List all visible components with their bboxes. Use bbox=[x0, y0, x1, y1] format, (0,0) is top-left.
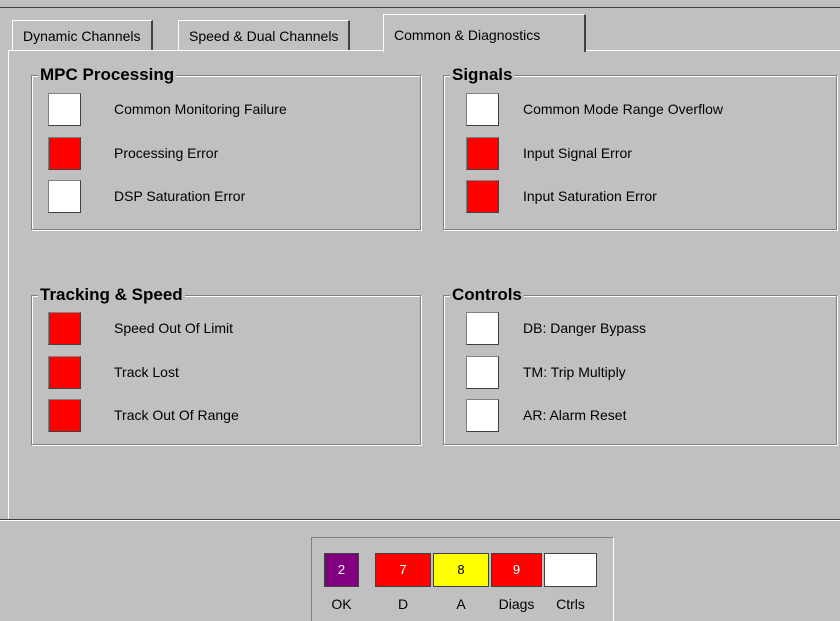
indicator-label: Speed Out Of Limit bbox=[114, 320, 234, 336]
window-top-border bbox=[0, 7, 840, 8]
summary-label-a: A bbox=[456, 596, 466, 612]
status-box bbox=[48, 312, 81, 345]
tab-common-diagnostics[interactable]: Common & Diagnostics bbox=[383, 14, 586, 52]
status-divider-highlight bbox=[0, 520, 840, 521]
indicator-label: Track Lost bbox=[114, 364, 179, 380]
summary-label-diags: Diags bbox=[498, 596, 535, 612]
group-title: Signals bbox=[450, 65, 515, 85]
status-box bbox=[466, 137, 499, 170]
indicator-label: Common Mode Range Overflow bbox=[523, 101, 723, 117]
summary-alert-count: 8 bbox=[433, 553, 489, 587]
summary-danger-count: 7 bbox=[375, 553, 431, 587]
indicator-label: Common Monitoring Failure bbox=[114, 101, 287, 117]
tab-label: Dynamic Channels bbox=[23, 28, 141, 44]
indicator-label: DSP Saturation Error bbox=[114, 188, 246, 204]
status-box bbox=[48, 356, 81, 389]
summary-diags-count: 9 bbox=[491, 553, 542, 587]
group-mpc-processing: MPC Processing Common Monitoring Failure… bbox=[31, 65, 421, 230]
status-box bbox=[466, 399, 499, 432]
summary-count-value: 2 bbox=[337, 562, 346, 577]
status-box bbox=[466, 93, 499, 126]
status-box bbox=[48, 137, 81, 170]
indicator-label: Input Signal Error bbox=[523, 145, 632, 161]
indicator-label: TM: Trip Multiply bbox=[523, 364, 626, 380]
status-box bbox=[466, 180, 499, 213]
summary-count-value: 7 bbox=[399, 562, 407, 577]
indicator-label: Input Saturation Error bbox=[523, 188, 657, 204]
summary-count-value: 9 bbox=[512, 562, 521, 577]
tab-label: Speed & Dual Channels bbox=[189, 28, 339, 44]
status-box bbox=[48, 93, 81, 126]
tab-label: Common & Diagnostics bbox=[394, 27, 541, 43]
indicator-label: Track Out Of Range bbox=[114, 407, 239, 423]
status-summary: 2 7 8 9 OK D A Diags Ctrls bbox=[311, 537, 614, 621]
group-controls: Controls DB: Danger Bypass TM: Trip Mult… bbox=[443, 285, 837, 445]
summary-label-ok: OK bbox=[331, 596, 352, 612]
group-title: MPC Processing bbox=[38, 65, 177, 85]
summary-label-d: D bbox=[397, 596, 409, 612]
status-box bbox=[466, 312, 499, 345]
indicator-label: Processing Error bbox=[114, 145, 219, 161]
summary-label-ctrls: Ctrls bbox=[556, 596, 585, 612]
summary-count-value: 8 bbox=[457, 562, 465, 577]
group-tracking-speed: Tracking & Speed Speed Out Of Limit Trac… bbox=[31, 285, 421, 445]
tab-dynamic-channels[interactable]: Dynamic Channels bbox=[12, 20, 153, 51]
status-box bbox=[466, 356, 499, 389]
tab-panel-common-diagnostics: MPC Processing Common Monitoring Failure… bbox=[8, 50, 840, 520]
summary-ctrls-count bbox=[544, 553, 597, 587]
group-title: Controls bbox=[450, 285, 524, 305]
indicator-label: DB: Danger Bypass bbox=[523, 320, 646, 336]
summary-ok-count: 2 bbox=[324, 553, 359, 587]
group-title: Tracking & Speed bbox=[38, 285, 185, 305]
diagnostics-window: Dynamic Channels Speed & Dual Channels C… bbox=[0, 0, 840, 621]
indicator-label: AR: Alarm Reset bbox=[523, 407, 627, 423]
tab-speed-dual-channels[interactable]: Speed & Dual Channels bbox=[178, 20, 351, 51]
status-box bbox=[48, 399, 81, 432]
group-signals: Signals Common Mode Range Overflow Input… bbox=[443, 65, 837, 230]
status-box bbox=[48, 180, 81, 213]
